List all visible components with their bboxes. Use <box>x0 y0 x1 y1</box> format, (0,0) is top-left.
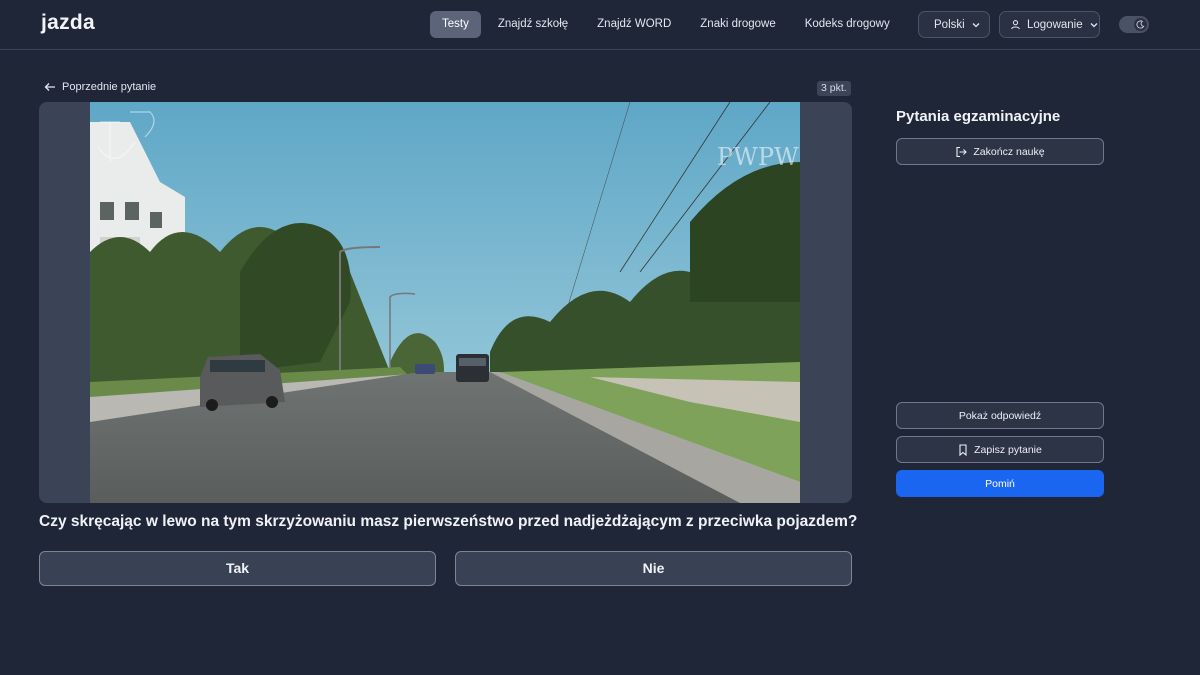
show-answer-button[interactable]: Pokaż odpowiedź <box>896 402 1104 429</box>
previous-question-label: Poprzednie pytanie <box>62 81 157 93</box>
site-logo[interactable]: jazda <box>41 11 95 35</box>
login-button[interactable]: Logowanie <box>999 11 1100 38</box>
language-label: Polski <box>934 18 965 31</box>
skip-label: Pomiń <box>985 477 1015 490</box>
answer-no-button[interactable]: Nie <box>455 551 852 586</box>
show-answer-label: Pokaż odpowiedź <box>958 409 1042 422</box>
question-media-frame: PWPW <box>39 102 852 503</box>
media-watermark: PWPW <box>717 143 799 171</box>
nav-item-znajdz-word[interactable]: Znajdź WORD <box>585 11 683 38</box>
question-video[interactable]: PWPW <box>90 102 800 503</box>
top-navigation-bar: jazda Testy Znajdź szkołę Znajdź WORD Zn… <box>0 0 1200 50</box>
nav-item-kodeks-drogowy[interactable]: Kodeks drogowy <box>793 11 902 38</box>
arrow-left-icon <box>44 82 56 92</box>
previous-question-link[interactable]: Poprzednie pytanie <box>44 81 156 93</box>
answer-yes-button[interactable]: Tak <box>39 551 436 586</box>
language-select[interactable]: Polski <box>918 11 990 38</box>
sidebar-title: Pytania egzaminacyjne <box>896 108 1061 125</box>
chevron-down-icon <box>1089 20 1099 30</box>
finish-learning-button[interactable]: Zakończ naukę <box>896 138 1104 165</box>
logo-text: jazda <box>41 11 96 34</box>
user-icon <box>1010 19 1021 30</box>
main-nav: Testy Znajdź szkołę Znajdź WORD Znaki dr… <box>430 11 959 38</box>
theme-toggle[interactable] <box>1119 16 1149 33</box>
skip-button[interactable]: Pomiń <box>896 470 1104 497</box>
points-badge: 3 pkt. <box>817 81 851 96</box>
login-label: Logowanie <box>1027 18 1083 31</box>
moon-icon <box>1134 18 1147 31</box>
save-question-label: Zapisz pytanie <box>974 443 1042 456</box>
bookmark-icon <box>958 443 968 456</box>
chevron-down-icon <box>971 20 981 30</box>
nav-item-znajdz-szkole[interactable]: Znajdź szkołę <box>486 11 580 38</box>
save-question-button[interactable]: Zapisz pytanie <box>896 436 1104 463</box>
nav-item-testy[interactable]: Testy <box>430 11 481 38</box>
nav-item-znaki-drogowe[interactable]: Znaki drogowe <box>688 11 787 38</box>
exit-icon <box>955 146 968 158</box>
question-text: Czy skręcając w lewo na tym skrzyżowaniu… <box>39 513 858 530</box>
finish-learning-label: Zakończ naukę <box>973 145 1045 158</box>
